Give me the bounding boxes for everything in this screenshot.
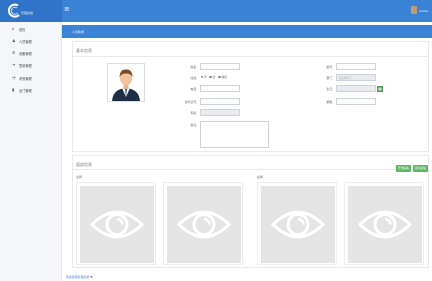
gate-icon: ▮ [12, 87, 15, 92]
radio-label: 女 [212, 75, 216, 79]
sidebar-item-label: 出门管理 [19, 89, 32, 93]
dept-select[interactable]: 请选择部门 [336, 74, 376, 81]
profile-photo[interactable] [107, 63, 145, 102]
number-label: 编号： [326, 65, 335, 69]
sidebar-item-attendance[interactable]: ◔ 考勤管理 [0, 73, 62, 83]
signin-icon: ➜ [12, 62, 16, 67]
sidebar-item-label: 考勤管理 [19, 77, 32, 81]
eye-icon [357, 210, 413, 239]
logo-area: 管理系统 [0, 0, 62, 22]
panel-header: 基本信息 [73, 42, 428, 57]
sidebar-item-personnel[interactable]: ♟ 人员管理 [0, 36, 62, 46]
eye-icon [270, 210, 326, 239]
sidebar: ⌂ 首页 ♟ 人员管理 ✲ 设备管理 ➜ 签到管理 ◔ 考勤管理 ▮ 出门管理 [0, 22, 62, 281]
sidebar-item-device[interactable]: ✲ 设备管理 [0, 48, 62, 58]
right-side-label: 右侧 [257, 175, 263, 179]
recollect-button[interactable]: 重新采集 [413, 165, 428, 172]
sidebar-item-home[interactable]: ⌂ 首页 [0, 24, 62, 34]
phone-input[interactable] [200, 85, 240, 92]
home-icon: ⌂ [12, 26, 15, 31]
face-photo-slot[interactable] [76, 182, 156, 265]
face-photo-slot[interactable] [163, 182, 243, 265]
user-icon: ♟ [12, 38, 16, 43]
birth-input[interactable] [336, 85, 376, 92]
email-input[interactable] [336, 98, 376, 105]
dept-placeholder: 请选择部门 [338, 77, 352, 80]
footer-text: 欢迎使用管理系统 ♥ [66, 275, 93, 279]
panel-title: 基本信息 [76, 48, 92, 53]
radio-label: 保密 [221, 75, 227, 79]
basic-info-panel: 基本信息 姓名： 性别： 男 女 保密 电话： 身份证号： 年龄： 备注： 编号… [72, 41, 429, 152]
idcard-input[interactable] [200, 98, 240, 105]
age-label: 年龄： [190, 111, 199, 115]
face-info-panel: 面部信息 开始采集 重新采集 左侧 右侧 [72, 155, 429, 268]
logo-icon [8, 3, 20, 18]
gender-label: 性别： [190, 76, 199, 80]
image-placeholder [167, 186, 241, 263]
user-avatar[interactable] [411, 6, 417, 14]
sidebar-item-exit[interactable]: ▮ 出门管理 [0, 85, 62, 95]
panel-title: 面部信息 [76, 162, 92, 167]
name-input[interactable] [200, 63, 240, 70]
chart-icon: ◔ [12, 75, 16, 80]
radio-label: 男 [203, 75, 207, 79]
breadcrumb: 人员新增 [72, 30, 85, 34]
eye-icon [89, 210, 145, 239]
hamburger-icon[interactable]: ≡ [64, 6, 70, 13]
name-label: 姓名： [190, 65, 199, 69]
panel-header: 面部信息 [73, 156, 428, 170]
left-side-label: 左侧 [76, 175, 82, 179]
age-input[interactable] [200, 109, 240, 116]
sidebar-item-label: 设备管理 [19, 52, 32, 56]
image-placeholder [80, 186, 154, 263]
breadcrumb-bar: 人员新增 [62, 25, 432, 38]
sidebar-item-signin[interactable]: ➜ 签到管理 [0, 60, 62, 70]
dept-label: 部门： [326, 76, 335, 80]
top-navbar: 管理系统 ≡ admin [0, 0, 432, 22]
footer-label: 欢迎使用管理系统 [66, 275, 90, 279]
face-photo-slot[interactable] [344, 182, 424, 265]
user-name[interactable]: admin [419, 9, 428, 13]
main-content: 人员新增 基本信息 姓名： 性别： 男 女 保密 电话： 身份证号： 年龄： 备… [62, 22, 432, 281]
birth-label: 生日： [326, 87, 335, 91]
sidebar-item-label: 首页 [19, 28, 26, 32]
calendar-icon[interactable]: ▦ [377, 85, 383, 92]
email-label: 邮箱： [326, 100, 335, 104]
sidebar-item-label: 签到管理 [19, 64, 32, 68]
gear-icon: ✲ [12, 50, 16, 55]
eye-icon [176, 210, 232, 239]
avatar-placeholder-icon [112, 69, 140, 101]
collect-button[interactable]: 开始采集 [396, 165, 411, 172]
face-photo-slot[interactable] [257, 182, 337, 265]
image-placeholder [261, 186, 335, 263]
number-input[interactable] [336, 63, 376, 70]
image-placeholder [348, 186, 422, 263]
gender-radio-group: 男 女 保密 [199, 75, 227, 79]
phone-label: 电话： [190, 87, 199, 91]
remark-label: 备注： [190, 123, 199, 127]
sidebar-item-label: 人员管理 [19, 40, 32, 44]
logo-text: 管理系统 [21, 11, 34, 15]
idcard-label: 身份证号： [184, 100, 199, 104]
remark-textarea[interactable] [200, 121, 269, 148]
heart-icon: ♥ [90, 275, 93, 279]
